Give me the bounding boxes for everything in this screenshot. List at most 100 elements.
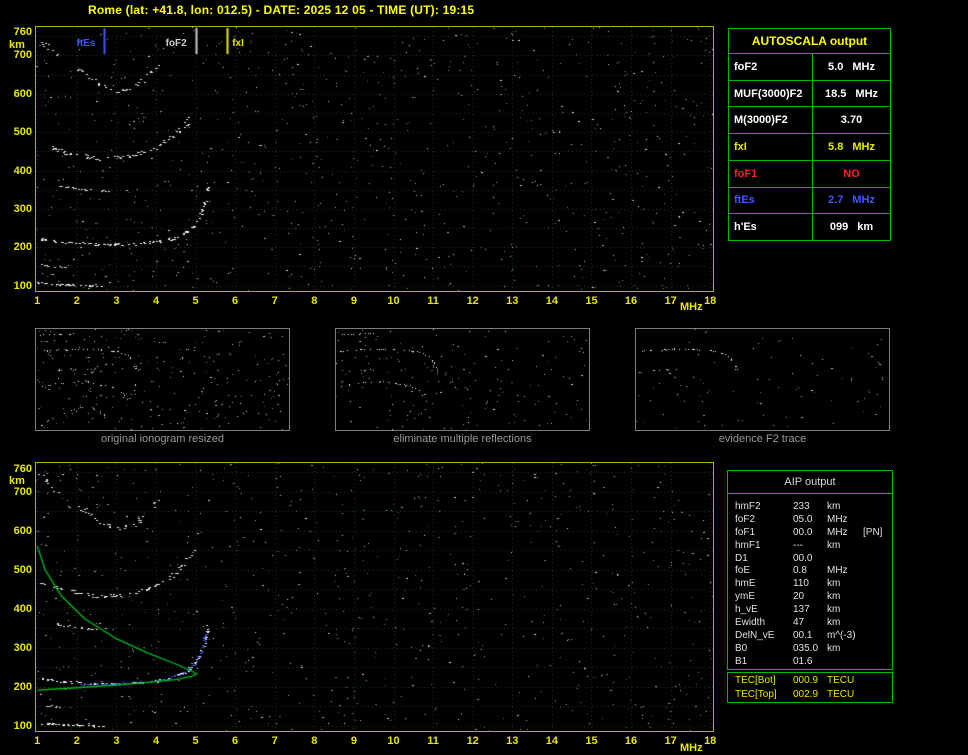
param-unit: MHz [827, 565, 863, 578]
x-tick-17: 17 [661, 735, 681, 747]
param-name: hmF2 [728, 501, 793, 514]
autoscala-row-MUF(3000)F2: MUF(3000)F218.5MHz [729, 81, 890, 108]
autoscala-row-M(3000)F2: M(3000)F23.70 [729, 107, 890, 134]
param-unit: km [827, 501, 863, 514]
param-name: ftEs [729, 188, 813, 214]
param-extra [863, 578, 892, 591]
panel-evidence-f2 [635, 328, 890, 431]
param-name: foF1 [729, 161, 813, 187]
autoscala-row-ftEs: ftEs2.7MHz [729, 188, 890, 215]
param-unit: MHz [827, 527, 863, 540]
x-tick-15: 15 [582, 735, 602, 747]
x-tick-7: 7 [265, 295, 285, 307]
param-extra: [PN] [863, 527, 892, 540]
tec-output-panel: TEC[Bot]000.9TECUTEC[Top]002.9TECU [727, 672, 893, 703]
param-unit: km [827, 604, 863, 617]
param-unit: km [827, 540, 863, 553]
x-tick-18: 18 [700, 735, 720, 747]
param-value: 110 [793, 578, 827, 591]
param-value-cell: 5.8MHz [813, 134, 890, 160]
y-tick-760: 760 [2, 463, 32, 475]
param-value: 002.9 [793, 688, 827, 702]
param-value: 20 [793, 591, 827, 604]
param-unit: MHz [852, 61, 875, 73]
aip-row-Ewidth: Ewidth47km [728, 617, 892, 630]
panel-evidence-canvas [636, 329, 889, 430]
x-tick-5: 5 [186, 735, 206, 747]
param-unit: km [827, 643, 863, 656]
y-tick-200: 200 [2, 681, 32, 693]
param-unit: MHz [855, 88, 878, 100]
x-tick-2: 2 [67, 735, 87, 747]
param-value: 0.8 [793, 565, 827, 578]
x-axis-unit-label: MHz [680, 301, 703, 313]
param-name: hmF1 [728, 540, 793, 553]
y-tick-500: 500 [2, 564, 32, 576]
panel-label-eliminate: eliminate multiple reflections [335, 433, 590, 445]
panel-original-canvas [36, 329, 289, 430]
param-name: MUF(3000)F2 [729, 81, 813, 107]
y-tick-300: 300 [2, 203, 32, 215]
param-value: 5.0 [828, 61, 843, 73]
param-name: foF1 [728, 527, 793, 540]
x-tick-4: 4 [146, 735, 166, 747]
x-tick-1: 1 [27, 295, 47, 307]
x-tick-5: 5 [186, 295, 206, 307]
x-tick-11: 11 [423, 295, 443, 307]
x-tick-6: 6 [225, 295, 245, 307]
param-value: 00.0 [793, 527, 827, 540]
autoscala-table-title: AUTOSCALA output [729, 29, 890, 54]
param-extra [863, 501, 892, 514]
ionogram-top-canvas [36, 27, 713, 291]
y-tick-100: 100 [2, 720, 32, 732]
y-tick-760: 760 [2, 26, 32, 38]
y-tick-500: 500 [2, 126, 32, 138]
param-name: fxI [729, 134, 813, 160]
param-extra [863, 591, 892, 604]
param-extra [863, 643, 892, 656]
panel-label-evidence: evidence F2 trace [635, 433, 890, 445]
param-name: D1 [728, 553, 793, 566]
autoscala-table-body: foF25.0MHzMUF(3000)F218.5MHzM(3000)F23.7… [729, 54, 890, 240]
panel-eliminate-canvas [336, 329, 589, 430]
ionogram-bottom-plot [35, 462, 714, 732]
param-value-cell: 099km [813, 214, 890, 240]
param-value: 000.9 [793, 674, 827, 688]
aip-row-foF2: foF205.0MHz [728, 514, 892, 527]
param-name: TEC[Bot] [728, 674, 793, 688]
param-name: B0 [728, 643, 793, 656]
param-extra [863, 514, 892, 527]
ionogram-top-plot [35, 26, 714, 292]
aip-row-ymE: ymE20km [728, 591, 892, 604]
param-extra [863, 540, 892, 553]
y-tick-200: 200 [2, 241, 32, 253]
tec-row-TEC[Bot]: TEC[Bot]000.9TECU [728, 674, 892, 688]
ionogram-bottom-canvas [36, 463, 713, 731]
aip-rows: hmF2233kmfoF205.0MHzfoF100.0MHz[PN]hmF1-… [728, 494, 892, 669]
param-value-cell: 5.0 MHz [813, 54, 890, 80]
aip-row-h_vE: h_vE137km [728, 604, 892, 617]
aip-row-DelN_vE: DelN_vE00.1m^(-3) [728, 630, 892, 643]
y-tick-600: 600 [2, 88, 32, 100]
param-unit: MHz [827, 514, 863, 527]
y-tick-700: 700 [2, 486, 32, 498]
panel-eliminate-reflections [335, 328, 590, 431]
y-tick-400: 400 [2, 603, 32, 615]
param-value: --- [793, 540, 827, 553]
param-value: 00.0 [793, 553, 827, 566]
aip-row-B0: B0035.0km [728, 643, 892, 656]
param-name: Ewidth [728, 617, 793, 630]
x-tick-13: 13 [502, 295, 522, 307]
aip-row-hmF1: hmF1---km [728, 540, 892, 553]
param-value-cell: 3.70 [813, 107, 890, 133]
x-tick-2: 2 [67, 295, 87, 307]
autoscala-row-foF2: foF25.0MHz [729, 54, 890, 81]
param-unit: km [827, 578, 863, 591]
x-tick-13: 13 [502, 735, 522, 747]
x-tick-12: 12 [463, 295, 483, 307]
autoscala-row-fxI: fxI5.8MHz [729, 134, 890, 161]
param-extra [863, 617, 892, 630]
param-value: 05.0 [793, 514, 827, 527]
param-value-cell: 2.7MHz [813, 188, 890, 214]
y-axis-unit-label: km [4, 475, 30, 487]
